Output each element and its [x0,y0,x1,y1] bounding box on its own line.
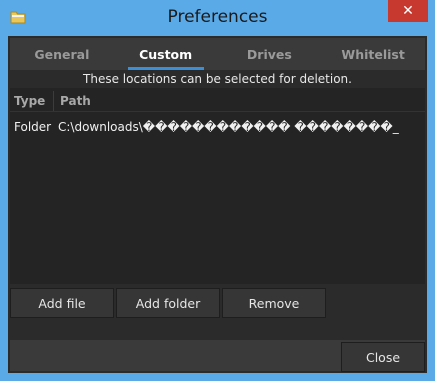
add-folder-button[interactable]: Add folder [116,288,220,318]
close-button[interactable]: Close [341,342,425,372]
tab-custom-label: Custom [139,47,193,62]
preferences-content: General Custom Drives Whitelist These lo… [8,36,427,373]
tab-whitelist[interactable]: Whitelist [321,38,425,70]
tab-whitelist-label: Whitelist [341,47,405,62]
column-header-type[interactable]: Type [10,91,54,111]
window-title: Preferences [167,7,268,27]
table-row[interactable]: Folder C:\downloads\������������ �������… [10,118,425,136]
column-header-path[interactable]: Path [54,91,91,111]
active-tab-indicator [127,67,204,70]
add-file-button[interactable]: Add file [10,288,114,318]
locations-list[interactable]: Type Path Folder C:\downloads\����������… [10,88,425,284]
tab-general-label: General [34,47,90,62]
title-bar[interactable]: Preferences ✕ [0,0,435,36]
close-icon: ✕ [402,3,414,19]
tab-drives[interactable]: Drives [218,38,322,70]
preferences-window: Preferences ✕ General Custom Drives Whit… [0,0,435,381]
tab-custom[interactable]: Custom [114,38,218,70]
tab-bar: General Custom Drives Whitelist [10,38,425,70]
list-actions: Add file Add folder Remove [10,288,328,318]
tab-drives-label: Drives [246,47,292,62]
row-path: C:\downloads\������������ ��������_ [58,120,399,134]
remove-button[interactable]: Remove [222,288,326,318]
list-header: Type Path [10,91,425,112]
dialog-footer: Close [10,340,425,372]
row-type: Folder [14,120,52,134]
window-close-button[interactable]: ✕ [388,0,428,22]
info-text: These locations can be selected for dele… [83,72,352,86]
tab-general[interactable]: General [10,38,114,70]
